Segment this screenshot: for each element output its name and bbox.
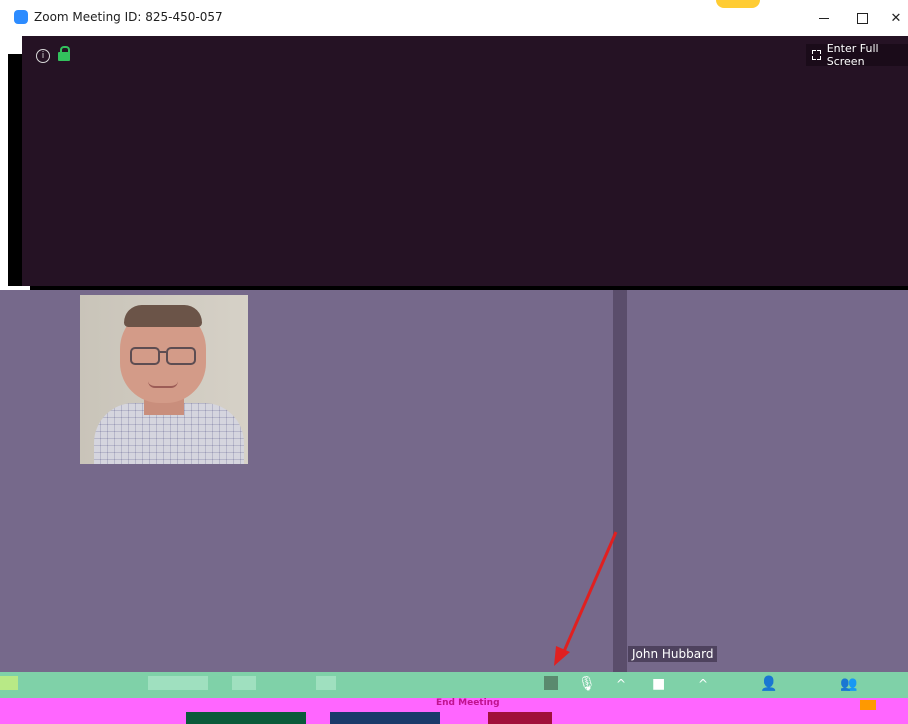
video-icon[interactable]: ■ xyxy=(652,676,665,692)
audio-options-chevron-icon[interactable]: ^ xyxy=(616,677,626,691)
toolbar-item[interactable] xyxy=(232,676,256,690)
participants-icon[interactable]: 👥 xyxy=(840,676,857,692)
video-options-chevron-icon[interactable]: ^ xyxy=(698,677,708,691)
maximize-icon xyxy=(856,12,868,24)
annotation-arrow-icon xyxy=(554,531,618,666)
title-group: Zoom Meeting ID: 825-450-057 xyxy=(14,10,223,24)
strip-segment-2 xyxy=(330,712,440,724)
info-icon[interactable]: i xyxy=(36,49,50,63)
minimize-icon xyxy=(819,17,829,19)
participant-video-thumbnail[interactable] xyxy=(80,295,248,464)
window-title: Zoom Meeting ID: 825-450-057 xyxy=(34,10,223,24)
enter-full-screen-button[interactable]: Enter Full Screen xyxy=(806,42,908,68)
toolbar-tab[interactable] xyxy=(148,676,208,690)
fullscreen-icon xyxy=(812,50,821,60)
lock-body xyxy=(58,52,70,61)
toolbar-item-2[interactable] xyxy=(316,676,336,690)
toolbar-left-block xyxy=(0,676,18,690)
shared-screen xyxy=(22,36,908,290)
zoom-logo-icon xyxy=(14,10,28,24)
left-edge-bar xyxy=(8,54,22,286)
end-meeting-label[interactable]: End Meeting xyxy=(436,698,500,708)
invite-icon[interactable]: 👤 xyxy=(760,676,777,692)
minimize-button[interactable] xyxy=(814,8,834,28)
fullscreen-label: Enter Full Screen xyxy=(826,42,879,68)
participant-name-label: John Hubbard xyxy=(628,646,718,662)
strip-segment-4 xyxy=(860,700,876,710)
lock-icon[interactable] xyxy=(58,46,70,62)
left-edge xyxy=(0,36,22,290)
strip-segment xyxy=(186,712,306,724)
notification-badge xyxy=(716,0,760,8)
close-button[interactable]: ✕ xyxy=(886,8,906,28)
window-titlebar: Zoom Meeting ID: 825-450-057 ✕ xyxy=(0,0,908,36)
mute-icon[interactable]: 🎙 xyxy=(578,676,596,692)
strip-segment-3 xyxy=(488,712,552,724)
maximize-button[interactable] xyxy=(852,8,872,28)
close-icon: ✕ xyxy=(890,10,902,26)
toolbar-marker xyxy=(544,676,558,690)
